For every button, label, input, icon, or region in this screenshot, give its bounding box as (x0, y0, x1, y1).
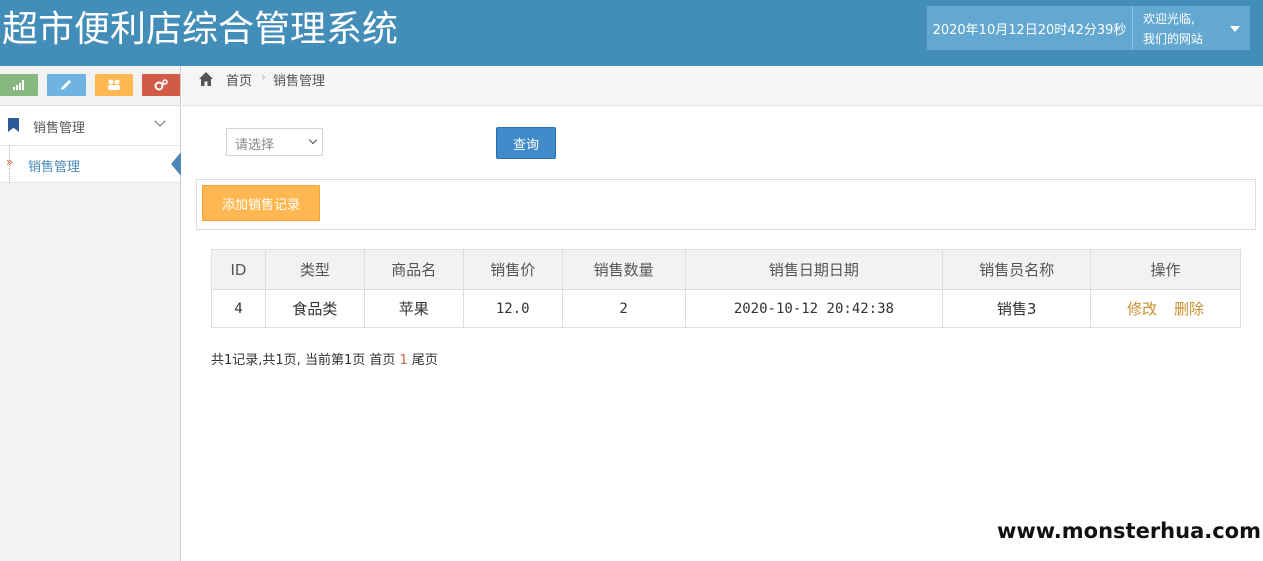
category-select[interactable]: 请选择 (226, 128, 323, 156)
sidebar: 销售管理 » 销售管理 (0, 66, 181, 561)
current-datetime: 2020年10月12日20时42分39秒 (927, 6, 1132, 50)
column-header: 销售价 (462, 249, 563, 290)
double-angle-right-icon: » (6, 155, 14, 169)
cell-operations: 修改 删除 (1090, 289, 1241, 328)
pagination: 共1记录,共1页, 当前第1页 首页 1 尾页 (211, 349, 438, 368)
breadcrumb-home-link[interactable]: 首页 (226, 70, 252, 89)
pagination-last-link[interactable]: 尾页 (412, 353, 438, 368)
column-header: ID (211, 249, 266, 290)
shortcut-pencil-button[interactable] (47, 74, 86, 96)
column-header: 操作 (1090, 249, 1241, 290)
sales-table: ID 类型 商品名 销售价 销售数量 销售日期日期 销售员名称 操作 4 食品类… (211, 249, 1241, 328)
sidebar-item-label: 销售管理 (28, 160, 81, 175)
users-icon (107, 79, 120, 90)
cell-price: 12.0 (462, 289, 563, 328)
pagination-current-page[interactable]: 1 (399, 353, 407, 368)
watermark-text: www.monsterhua.com (997, 511, 1263, 551)
table-row: 4 食品类 苹果 12.0 2 2020-10-12 20:42:38 销售3 … (211, 289, 1241, 328)
sidebar-group-sales[interactable]: 销售管理 (0, 106, 180, 146)
cell-id: 4 (211, 289, 266, 328)
pencil-icon (61, 80, 72, 90)
edit-link[interactable]: 修改 (1127, 300, 1157, 318)
select-value: 请选择 (235, 138, 275, 153)
action-panel (196, 179, 1256, 230)
add-sales-record-button[interactable]: 添加销售记录 (202, 185, 320, 221)
shortcut-signal-button[interactable] (0, 74, 39, 96)
cell-date: 2020-10-12 20:42:38 (684, 289, 944, 328)
sidebar-group-label: 销售管理 (33, 121, 86, 136)
user-menu[interactable]: 欢迎光临, 我们的网站 (1132, 6, 1250, 50)
site-name-text: 我们的网站 (1143, 32, 1204, 46)
home-icon (199, 72, 213, 86)
column-header: 商品名 (363, 249, 464, 290)
cogs-icon (154, 79, 168, 91)
navbar-right: 2020年10月12日20时42分39秒 欢迎光临, 我们的网站 (927, 6, 1250, 50)
search-button[interactable]: 查询 (496, 127, 556, 159)
column-header: 销售数量 (561, 249, 686, 290)
cell-quantity: 2 (561, 289, 686, 328)
caret-down-icon (1230, 26, 1240, 32)
column-header: 销售员名称 (942, 249, 1092, 290)
bookmark-icon (8, 118, 19, 132)
shortcut-users-button[interactable] (94, 74, 133, 96)
breadcrumb-separator: › (261, 70, 266, 84)
chevron-down-icon (308, 135, 318, 145)
shortcut-cogs-button[interactable] (141, 74, 180, 96)
column-header: 销售日期日期 (684, 249, 944, 290)
sidebar-item-sales-management[interactable]: » 销售管理 (0, 146, 181, 183)
cell-type: 食品类 (264, 289, 365, 328)
signal-icon (13, 80, 25, 90)
chevron-down-icon (154, 115, 166, 127)
cell-seller: 销售3 (942, 289, 1092, 328)
pagination-summary: 共1记录,共1页, 当前第1页 首页 (211, 353, 396, 368)
column-header: 类型 (264, 249, 365, 290)
top-navbar: 超市便利店综合管理系统 2020年10月12日20时42分39秒 欢迎光临, 我… (0, 0, 1263, 66)
table-header-row: ID 类型 商品名 销售价 销售数量 销售日期日期 销售员名称 操作 (211, 249, 1241, 290)
breadcrumb-current: 销售管理 (273, 74, 326, 89)
delete-link[interactable]: 删除 (1174, 300, 1204, 318)
app-title: 超市便利店综合管理系统 (2, 9, 399, 50)
sidebar-shortcuts (0, 66, 180, 106)
cell-product-name: 苹果 (363, 289, 464, 328)
active-indicator-arrow (171, 152, 181, 176)
breadcrumb: 首页 › 销售管理 (182, 66, 1263, 106)
